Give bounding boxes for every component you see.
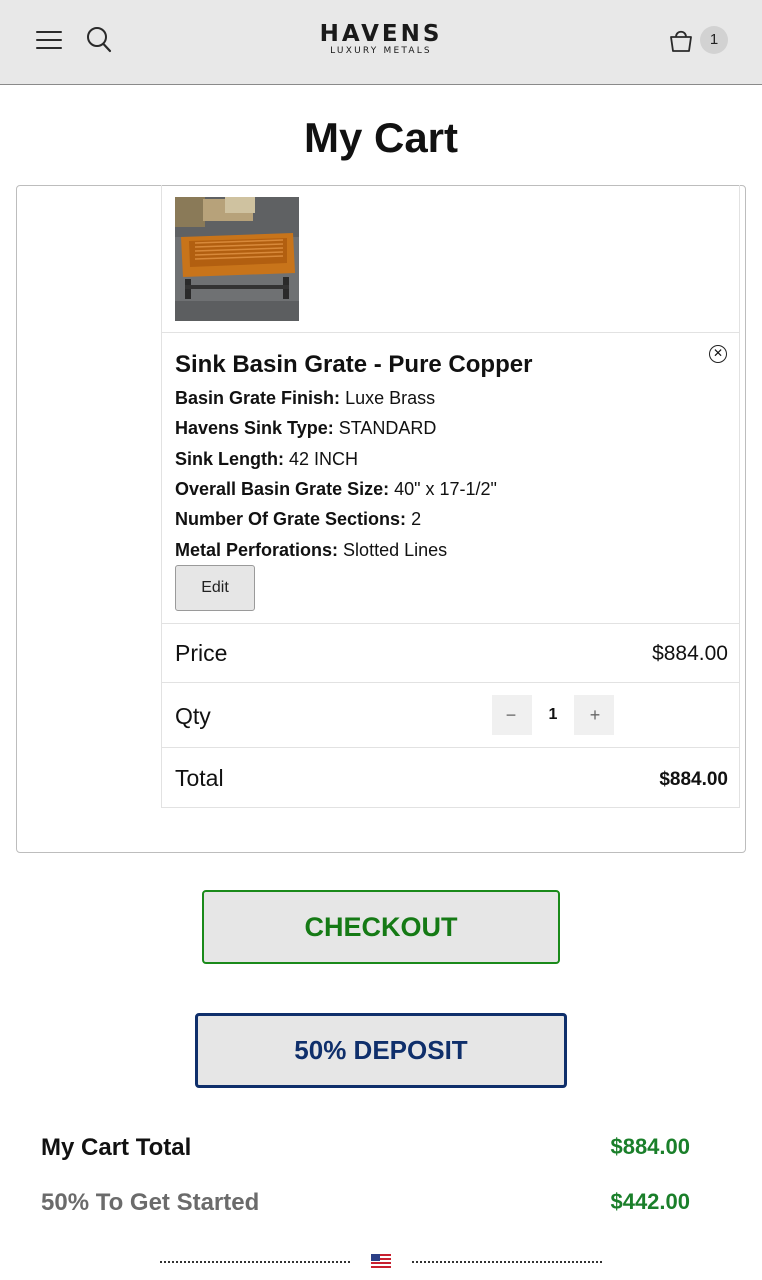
option-grate-size: Overall Basin Grate Size: 40" x 17-1/2"	[175, 479, 497, 500]
option-label: Sink Length:	[175, 449, 284, 469]
option-value: STANDARD	[338, 418, 437, 438]
total-value: $884.00	[659, 769, 728, 790]
option-label: Basin Grate Finish:	[175, 388, 341, 408]
option-value: 42 INCH	[289, 449, 359, 469]
cart-total-label: My Cart Total	[41, 1134, 192, 1161]
qty-increase-button[interactable]: +	[576, 695, 614, 735]
option-sink-length: Sink Length: 42 INCH	[175, 449, 358, 470]
remove-item-close-icon[interactable]: ✕	[709, 345, 727, 363]
option-value: 40" x 17-1/2"	[394, 479, 497, 499]
deposit-amount-value: $442.00	[610, 1189, 690, 1214]
cart-item: ✕ Sink Basin Grate - Pure Copper Basin G…	[161, 185, 740, 808]
divider	[162, 623, 739, 624]
option-basin-grate-finish: Basin Grate Finish: Luxe Brass	[175, 388, 435, 409]
us-flag-icon[interactable]	[371, 1254, 391, 1268]
logo-tagline: LUXURY METALS	[330, 46, 432, 56]
total-label: Total	[175, 765, 224, 791]
menu-icon[interactable]	[36, 29, 62, 51]
site-header: HAVENS LUXURY METALS 1	[0, 0, 762, 85]
option-label: Overall Basin Grate Size:	[175, 479, 390, 499]
footer-divider-right	[412, 1261, 602, 1263]
price-label: Price	[175, 640, 228, 666]
option-label: Number Of Grate Sections:	[175, 509, 407, 529]
qty-decrease-button[interactable]: −	[492, 695, 530, 735]
option-label: Havens Sink Type:	[175, 418, 334, 438]
price-value: $884.00	[652, 642, 728, 665]
deposit-button[interactable]: 50% DEPOSIT	[195, 1013, 567, 1088]
logo-wordmark: HAVENS	[319, 21, 443, 47]
deposit-amount-label: 50% To Get Started	[41, 1189, 260, 1216]
quantity-stepper: − 1 +	[492, 695, 614, 735]
divider	[162, 332, 739, 333]
footer-divider-left	[160, 1261, 350, 1263]
cart-total-value: $884.00	[610, 1134, 690, 1159]
option-value: Luxe Brass	[345, 388, 436, 408]
search-icon[interactable]	[86, 26, 112, 54]
edit-button[interactable]: Edit	[175, 565, 255, 611]
option-label: Metal Perforations:	[175, 540, 339, 560]
checkout-button[interactable]: CHECKOUT	[202, 890, 560, 964]
qty-label: Qty	[175, 703, 211, 729]
page-title: My Cart	[303, 114, 459, 161]
product-thumbnail[interactable]	[175, 197, 299, 321]
option-value: Slotted Lines	[343, 540, 448, 560]
qty-input[interactable]: 1	[532, 695, 574, 735]
shopping-bag-icon[interactable]	[668, 28, 694, 53]
option-grate-sections: Number Of Grate Sections: 2	[175, 509, 421, 530]
cart-count-badge[interactable]: 1	[700, 26, 728, 54]
product-name[interactable]: Sink Basin Grate - Pure Copper	[175, 351, 532, 379]
option-value: 2	[411, 509, 422, 529]
brand-logo[interactable]: HAVENS LUXURY METALS	[300, 22, 462, 58]
option-sink-type: Havens Sink Type: STANDARD	[175, 418, 436, 439]
cart-items-container: ✕ Sink Basin Grate - Pure Copper Basin G…	[16, 185, 746, 853]
option-metal-perforations: Metal Perforations: Slotted Lines	[175, 540, 447, 561]
divider	[162, 747, 739, 748]
divider	[162, 682, 739, 683]
